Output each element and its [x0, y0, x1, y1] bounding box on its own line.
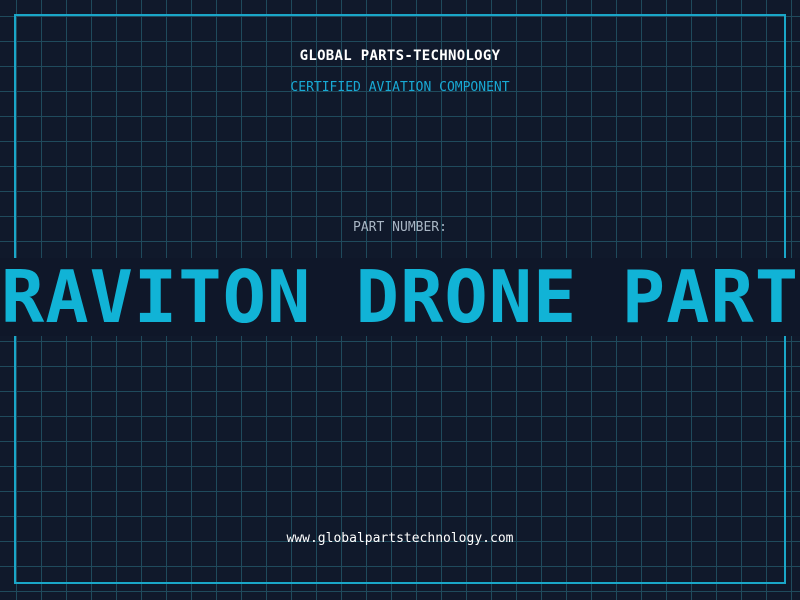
part-number-label: PART NUMBER:: [353, 220, 447, 235]
certificate-canvas: GLOBAL PARTS-TECHNOLOGY CERTIFIED AVIATI…: [0, 0, 800, 600]
part-number-value: GRAVITON DRONE PARTS: [0, 258, 800, 336]
website-url: www.globalpartstechnology.com: [286, 531, 514, 546]
company-name: GLOBAL PARTS-TECHNOLOGY: [299, 48, 501, 64]
part-number-band: GRAVITON DRONE PARTS: [0, 258, 800, 336]
subtitle: CERTIFIED AVIATION COMPONENT: [290, 80, 510, 95]
